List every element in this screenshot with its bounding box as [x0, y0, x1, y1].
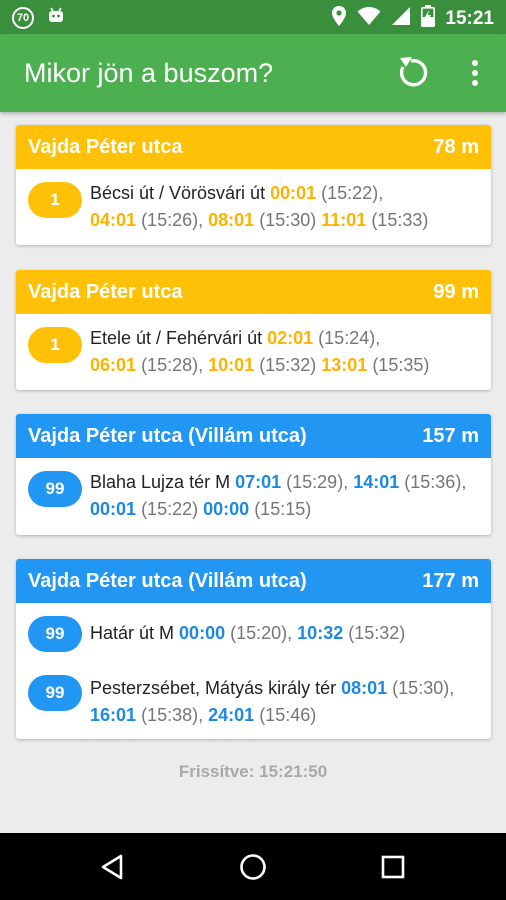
android-icon [46, 5, 66, 30]
destination: Határ út M [90, 623, 175, 643]
line-number-badge: 1 [28, 182, 82, 218]
stop-name: Vajda Péter utca [28, 280, 183, 303]
notification-badge: 70 [12, 6, 34, 29]
app-title: Mikor jön a buszom? [24, 58, 274, 88]
battery-charging-icon [421, 5, 436, 32]
time-remaining: 08:01 [208, 210, 255, 230]
overflow-menu-button[interactable] [462, 54, 488, 92]
stop-header: Vajda Péter utca (Villám utca) 177 m [16, 559, 491, 603]
time-remaining: 08:01 [341, 678, 388, 698]
status-bar: 70 15:21 [0, 0, 506, 34]
clock-time: (15:46) [259, 705, 317, 725]
recents-button[interactable] [376, 850, 410, 884]
navigation-bar [0, 833, 506, 900]
home-button[interactable] [236, 850, 270, 884]
stop-card[interactable]: Vajda Péter utca 78 m 1 Bécsi út / Vörös… [16, 125, 491, 245]
destination: Pesterzsébet, Mátyás király tér [90, 678, 337, 698]
departure-info: Bécsi út / Vörösvári út 00:01 (15:22), 0… [90, 180, 485, 234]
time-remaining: 13:01 [321, 355, 368, 375]
time-remaining: 04:01 [90, 210, 137, 230]
time-remaining: 00:01 [90, 499, 137, 519]
stop-header: Vajda Péter utca (Villám utca) 157 m [16, 414, 491, 458]
departure-info: Etele út / Fehérvári út 02:01 (15:24), 0… [90, 325, 485, 379]
stop-header: Vajda Péter utca 78 m [16, 125, 491, 169]
refresh-button[interactable] [392, 54, 430, 92]
clock-time: (15:30), [392, 678, 455, 698]
stop-card[interactable]: Vajda Péter utca 99 m 1 Etele út / Fehér… [16, 270, 491, 390]
departure-info: Pesterzsébet, Mátyás király tér 08:01 (1… [90, 675, 485, 729]
time-remaining: 11:01 [321, 210, 367, 230]
stop-distance: 157 m [422, 424, 479, 447]
stop-card[interactable]: Vajda Péter utca (Villám utca) 177 m 99 … [16, 559, 491, 739]
line-row[interactable]: 99 Pesterzsébet, Mátyás király tér 08:01… [16, 659, 491, 739]
destination: Bécsi út / Vörösvári út [90, 183, 266, 203]
recents-icon [381, 855, 405, 879]
stop-header: Vajda Péter utca 99 m [16, 270, 491, 314]
clock-time: (15:15) [254, 499, 312, 519]
clock-time: (15:22) [141, 499, 199, 519]
clock-time: (15:24), [318, 328, 381, 348]
back-icon [101, 854, 123, 880]
stop-distance: 177 m [422, 569, 479, 592]
time-remaining: 00:00 [203, 499, 250, 519]
time-remaining: 10:01 [208, 355, 255, 375]
line-number-badge: 99 [28, 471, 82, 507]
clock-time: (15:29), [286, 472, 349, 492]
clock-time: (15:36), [404, 472, 467, 492]
home-icon [240, 854, 266, 880]
location-icon [331, 5, 347, 32]
stop-name: Vajda Péter utca (Villám utca) [28, 424, 307, 447]
more-vert-icon [472, 60, 478, 86]
time-remaining: 07:01 [235, 472, 282, 492]
stop-name: Vajda Péter utca (Villám utca) [28, 569, 307, 592]
clock-time: (15:28), [141, 355, 204, 375]
clock-time: (15:32) [348, 623, 406, 643]
stop-card[interactable]: Vajda Péter utca (Villám utca) 157 m 99 … [16, 414, 491, 535]
clock-time: (15:20), [230, 623, 293, 643]
clock-time: (15:26), [141, 210, 204, 230]
time-remaining: 00:00 [179, 623, 226, 643]
stop-name: Vajda Péter utca [28, 135, 183, 158]
status-time: 15:21 [445, 7, 494, 29]
line-number-badge: 1 [28, 327, 82, 363]
clock-time: (15:30) [259, 210, 317, 230]
signal-icon [391, 6, 411, 31]
line-row[interactable]: 1 Bécsi út / Vörösvári út 00:01 (15:22),… [16, 169, 491, 245]
time-remaining: 10:32 [297, 623, 344, 643]
time-remaining: 24:01 [208, 705, 255, 725]
clock-time: (15:35) [372, 355, 430, 375]
app-bar: Mikor jön a buszom? [0, 34, 506, 112]
departure-info: Blaha Lujza tér M 07:01 (15:29), 14:01 (… [90, 469, 485, 523]
line-number-badge: 99 [28, 616, 82, 652]
clock-time: (15:32) [259, 355, 317, 375]
wifi-icon [357, 6, 381, 31]
line-row[interactable]: 1 Etele út / Fehérvári út 02:01 (15:24),… [16, 314, 491, 390]
last-refreshed-label: Frissítve: 15:21:50 [178, 762, 328, 781]
time-remaining: 00:01 [270, 183, 317, 203]
time-remaining: 06:01 [90, 355, 137, 375]
back-button[interactable] [96, 850, 130, 884]
time-remaining: 14:01 [353, 472, 400, 492]
destination: Etele út / Fehérvári út [90, 328, 263, 348]
clock-time: (15:33) [371, 210, 429, 230]
line-row[interactable]: 99 Blaha Lujza tér M 07:01 (15:29), 14:0… [16, 458, 491, 535]
time-remaining: 02:01 [267, 328, 314, 348]
clock-time: (15:38), [141, 705, 204, 725]
clock-time: (15:22), [321, 183, 384, 203]
time-remaining: 16:01 [90, 705, 137, 725]
stop-distance: 78 m [433, 135, 479, 158]
destination: Blaha Lujza tér M [90, 472, 231, 492]
stop-distance: 99 m [433, 280, 479, 303]
departure-info: Határ út M 00:00 (15:20), 10:32 (15:32) [90, 620, 485, 647]
line-row[interactable]: 99 Határ út M 00:00 (15:20), 10:32 (15:3… [16, 603, 491, 659]
refresh-icon [399, 57, 428, 87]
line-number-badge: 99 [28, 675, 82, 711]
